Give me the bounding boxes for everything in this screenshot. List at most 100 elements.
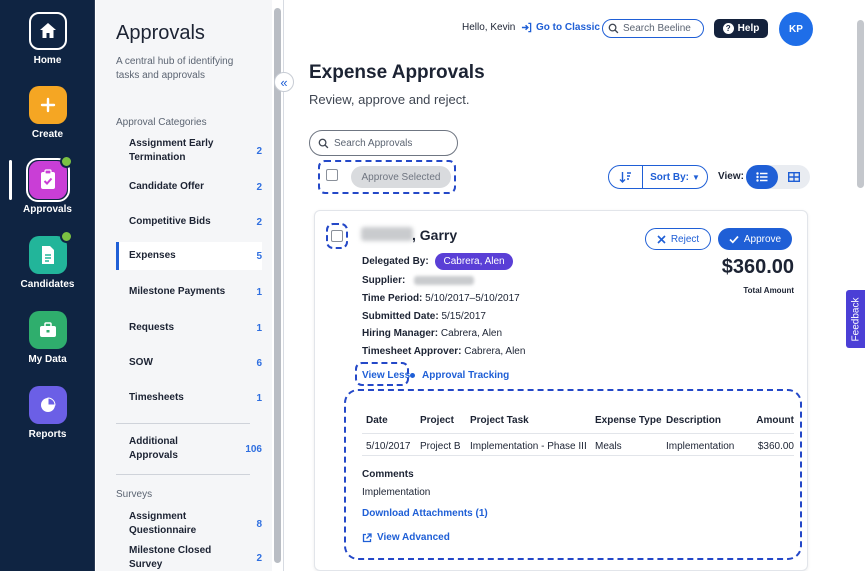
clipboard-check-icon bbox=[25, 155, 73, 202]
list-icon bbox=[756, 172, 768, 182]
help-label: Help bbox=[737, 23, 760, 34]
search-icon bbox=[608, 23, 619, 34]
column-header: Amount bbox=[756, 415, 794, 426]
delegated-by-field: Delegated By: Cabrera, Alen bbox=[362, 253, 513, 270]
category-count: 5 bbox=[256, 250, 262, 262]
download-attachments-link[interactable]: Download Attachments (1) bbox=[362, 508, 488, 519]
survey-count: 8 bbox=[256, 518, 262, 530]
document-icon bbox=[28, 230, 73, 274]
search-approvals-placeholder: Search Approvals bbox=[334, 137, 413, 149]
field-label: Delegated By: bbox=[362, 256, 429, 267]
approve-selected-button[interactable]: Approve Selected bbox=[351, 166, 451, 188]
total-amount-label: Total Amount bbox=[743, 286, 794, 295]
caret-down-icon: ▼ bbox=[691, 172, 700, 182]
table-icon bbox=[788, 172, 800, 182]
category-item[interactable]: Competitive Bids 2 bbox=[116, 214, 262, 230]
survey-item[interactable]: Assignment Questionnaire 8 bbox=[116, 510, 262, 538]
field-value: 5/10/2017–5/10/2017 bbox=[425, 293, 520, 304]
field-label: Submitted Date: bbox=[362, 311, 439, 322]
timesheet-approver-field: Timesheet Approver: Cabrera, Alen bbox=[362, 346, 525, 357]
table-cell: Project B bbox=[420, 440, 461, 452]
view-advanced-link[interactable]: View Advanced bbox=[362, 532, 450, 543]
rail-label: My Data bbox=[28, 354, 67, 365]
category-item[interactable]: Milestone Payments 1 bbox=[116, 284, 262, 300]
sort-by-dropdown[interactable]: Sort By: ▼ bbox=[643, 172, 707, 183]
collapse-panel-button[interactable]: « bbox=[274, 72, 294, 92]
category-count: 6 bbox=[256, 357, 262, 369]
approval-tracking-link[interactable]: Approval Tracking bbox=[422, 370, 509, 381]
main-scrollbar[interactable] bbox=[855, 0, 866, 571]
rail-item-home[interactable]: Home bbox=[0, 12, 95, 66]
plus-icon bbox=[28, 86, 67, 124]
rail-item-create[interactable]: Create bbox=[0, 86, 95, 140]
delegated-by-chip[interactable]: Cabrera, Alen bbox=[435, 253, 513, 270]
column-header: Project bbox=[420, 415, 454, 426]
rail-label: Approvals bbox=[23, 204, 72, 215]
supplier-field: Supplier: bbox=[362, 275, 475, 286]
table-cell: Meals bbox=[595, 440, 622, 452]
expense-details-table: Date Project Project Task Expense Type D… bbox=[362, 408, 794, 458]
table-header-row: Date Project Project Task Expense Type D… bbox=[362, 408, 794, 434]
additional-approvals-item[interactable]: Additional Approvals 106 bbox=[116, 436, 262, 461]
categories-section-label: Approval Categories bbox=[116, 117, 207, 128]
scroll-thumb[interactable] bbox=[857, 20, 864, 188]
survey-name: Assignment Questionnaire bbox=[129, 511, 197, 536]
rail-item-candidates[interactable]: Candidates bbox=[0, 230, 95, 290]
avatar[interactable]: KP bbox=[779, 12, 813, 46]
submitted-date-field: Submitted Date: 5/15/2017 bbox=[362, 311, 486, 322]
go-to-classic-label: Go to Classic bbox=[536, 22, 600, 33]
sort-order-button[interactable] bbox=[609, 166, 643, 188]
greeting: Hello, Kevin bbox=[462, 22, 516, 33]
divider bbox=[362, 455, 794, 456]
go-to-classic-link[interactable]: Go to Classic bbox=[521, 22, 600, 33]
hiring-manager-field: Hiring Manager: Cabrera, Alen bbox=[362, 328, 502, 339]
category-name: Expenses bbox=[129, 250, 176, 261]
reject-label: Reject bbox=[670, 233, 700, 245]
global-search-input[interactable]: Search Beeline bbox=[602, 19, 704, 38]
category-item-active[interactable]: Expenses 5 bbox=[116, 242, 262, 270]
list-view-button[interactable] bbox=[746, 165, 778, 189]
select-item-checkbox[interactable] bbox=[331, 230, 343, 242]
redacted-last-name bbox=[361, 227, 413, 241]
pie-chart-icon bbox=[28, 386, 67, 424]
category-item[interactable]: Requests 1 bbox=[116, 320, 262, 336]
comments-label: Comments bbox=[362, 469, 414, 480]
survey-count: 2 bbox=[256, 552, 262, 564]
rail-item-approvals[interactable]: Approvals bbox=[0, 155, 95, 215]
panel-title: Approvals bbox=[116, 22, 205, 44]
survey-item[interactable]: Milestone Closed Survey 2 bbox=[116, 544, 262, 571]
reject-button[interactable]: Reject bbox=[645, 228, 711, 250]
question-icon: ? bbox=[722, 23, 734, 34]
search-approvals-input[interactable]: Search Approvals bbox=[309, 130, 458, 156]
column-header: Expense Type bbox=[595, 415, 662, 426]
field-value: 5/15/2017 bbox=[441, 311, 486, 322]
double-chevron-left-icon: « bbox=[280, 74, 288, 90]
category-item[interactable]: SOW 6 bbox=[116, 355, 262, 371]
column-header: Date bbox=[366, 415, 388, 426]
help-button[interactable]: ? Help bbox=[714, 19, 768, 38]
select-all-checkbox[interactable] bbox=[326, 169, 338, 181]
grid-view-button[interactable] bbox=[778, 165, 810, 189]
category-name: Competitive Bids bbox=[129, 216, 211, 227]
column-header: Description bbox=[666, 415, 722, 426]
redacted-supplier bbox=[414, 275, 475, 285]
category-name: Additional Approvals bbox=[129, 436, 178, 461]
sort-order-icon bbox=[619, 172, 631, 183]
sort-by-label: Sort By: bbox=[650, 171, 689, 183]
panel-subtitle: A central hub of identifying tasks and a… bbox=[116, 56, 234, 81]
notification-dot bbox=[59, 155, 73, 168]
approve-button[interactable]: Approve bbox=[718, 228, 792, 250]
view-less-link[interactable]: View Less bbox=[362, 370, 410, 381]
category-item[interactable]: Candidate Offer 2 bbox=[116, 179, 262, 195]
worker-name: , Garry bbox=[412, 227, 458, 243]
table-cell: 5/10/2017 bbox=[366, 440, 411, 452]
category-item[interactable]: Assignment Early Termination 2 bbox=[116, 137, 262, 165]
briefcase-icon bbox=[28, 311, 67, 349]
separator-dot bbox=[410, 373, 415, 378]
feedback-tab[interactable]: Feedback bbox=[846, 290, 865, 348]
rail-item-reports[interactable]: Reports bbox=[0, 386, 95, 440]
category-item[interactable]: Timesheets 1 bbox=[116, 390, 262, 406]
category-count: 1 bbox=[256, 392, 262, 404]
field-label: Time Period: bbox=[362, 293, 423, 304]
rail-item-my-data[interactable]: My Data bbox=[0, 311, 95, 365]
